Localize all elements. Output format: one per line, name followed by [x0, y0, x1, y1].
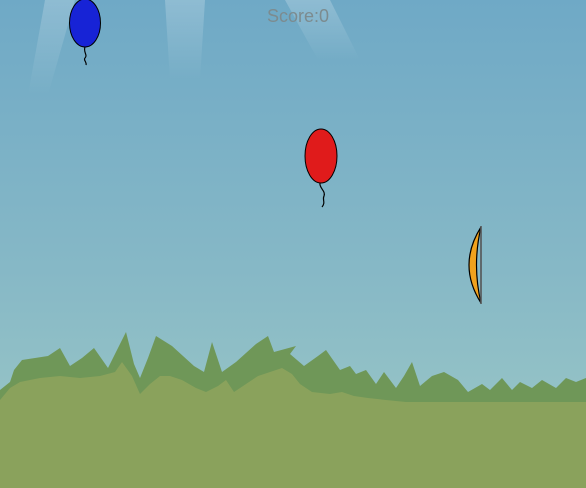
game-canvas[interactable]: Score:0: [0, 0, 586, 488]
blue-balloon-body[interactable]: [69, 0, 101, 48]
red-balloon-body[interactable]: [304, 128, 338, 184]
game-scene[interactable]: [0, 0, 586, 488]
